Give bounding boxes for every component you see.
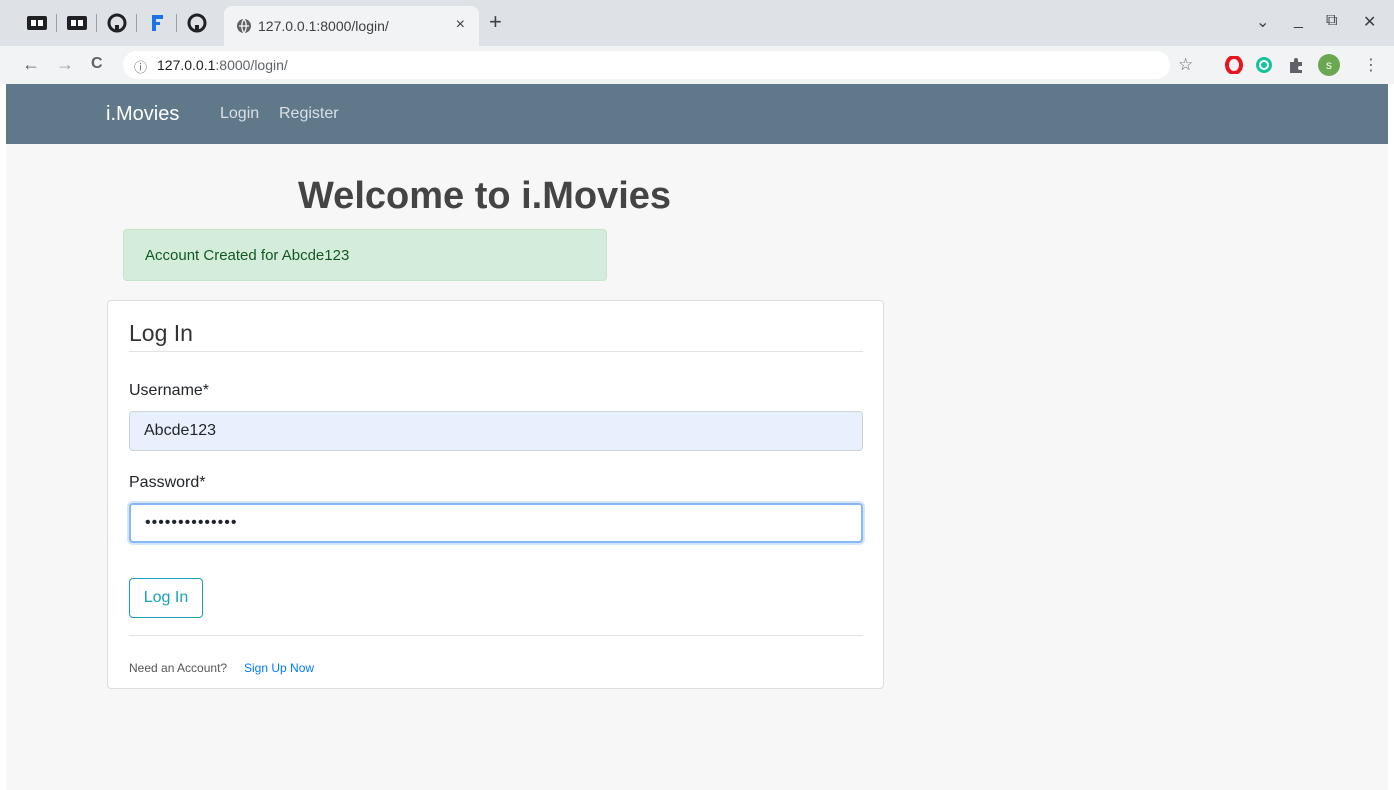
- browser-tab-bar: 127.0.0.1:8000/login/ × + ⌄ _ ⧉ ✕: [0, 0, 1394, 46]
- opera-extension-icon[interactable]: [1225, 56, 1243, 74]
- pinned-tab-github-2[interactable]: [184, 10, 210, 36]
- url-path: :8000/login/: [215, 57, 288, 73]
- extensions-puzzle-icon[interactable]: [1287, 56, 1305, 74]
- grammarly-extension-icon[interactable]: [1255, 56, 1273, 74]
- form-legend: Log In: [129, 320, 193, 346]
- site-brand[interactable]: i.Movies: [106, 103, 179, 126]
- pinned-tab-media[interactable]: [24, 10, 50, 36]
- active-tab[interactable]: 127.0.0.1:8000/login/ ×: [224, 6, 479, 46]
- pinned-tab-media-2[interactable]: [64, 10, 90, 36]
- restore-button[interactable]: ⧉: [1326, 12, 1337, 30]
- reload-button[interactable]: C: [91, 53, 103, 75]
- login-card: Log In Username* Password* Log In Need a…: [107, 300, 884, 689]
- legend-divider: [129, 351, 863, 352]
- new-tab-button[interactable]: +: [489, 11, 502, 33]
- menu-kebab-icon[interactable]: ⋮: [1363, 55, 1379, 75]
- back-button[interactable]: ←: [22, 53, 40, 75]
- page-body: i.Movies Login Register Welcome to i.Mov…: [6, 84, 1388, 790]
- url-host: 127.0.0.1: [157, 57, 216, 73]
- success-alert: Account Created for Abcde123: [123, 229, 607, 281]
- forward-button[interactable]: →: [56, 53, 74, 75]
- pinned-tab-f[interactable]: [144, 10, 170, 36]
- username-input[interactable]: [129, 411, 863, 451]
- sign-up-link[interactable]: Sign Up Now: [244, 661, 314, 675]
- media-icon: [27, 16, 47, 30]
- footer-divider: [129, 635, 863, 636]
- password-label: Password*: [129, 474, 206, 491]
- page-viewport: i.Movies Login Register Welcome to i.Mov…: [0, 84, 1394, 790]
- github-icon: [187, 13, 207, 33]
- close-window-button[interactable]: ✕: [1363, 12, 1376, 32]
- github-icon: [107, 13, 127, 33]
- pinned-tab-github[interactable]: [104, 10, 130, 36]
- login-button[interactable]: Log In: [129, 578, 203, 618]
- globe-icon: [236, 18, 252, 39]
- page-title: Welcome to i.Movies: [298, 175, 672, 217]
- bookmark-star-icon[interactable]: ☆: [1178, 55, 1193, 75]
- tab-title: 127.0.0.1:8000/login/: [258, 18, 389, 34]
- password-input[interactable]: [129, 503, 863, 543]
- site-info-icon[interactable]: ⓘ: [134, 57, 147, 76]
- f-logo-icon: [152, 15, 163, 31]
- need-account-text: Need an Account?: [129, 661, 228, 675]
- minimize-button[interactable]: _: [1294, 12, 1303, 30]
- address-bar[interactable]: ⓘ 127.0.0.1:8000/login/: [123, 51, 1170, 79]
- nav-link-register[interactable]: Register: [279, 105, 339, 123]
- url-text: 127.0.0.1:8000/login/: [157, 57, 288, 73]
- username-label: Username*: [129, 382, 210, 399]
- browser-toolbar: ← → C ⓘ 127.0.0.1:8000/login/ ☆ s ⋮: [0, 46, 1394, 85]
- media-icon: [67, 16, 87, 30]
- close-tab-icon[interactable]: ×: [456, 16, 465, 34]
- nav-link-login[interactable]: Login: [220, 105, 259, 123]
- tab-search-icon[interactable]: ⌄: [1256, 12, 1269, 32]
- profile-avatar[interactable]: s: [1318, 54, 1340, 76]
- site-navbar: i.Movies Login Register: [6, 84, 1388, 144]
